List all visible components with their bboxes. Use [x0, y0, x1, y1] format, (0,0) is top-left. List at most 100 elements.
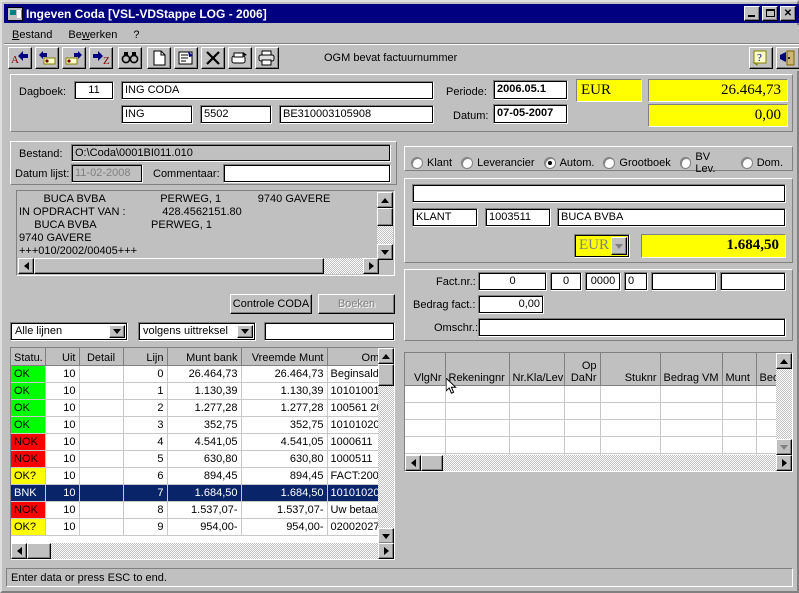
datum-field[interactable]: 07-05-2007: [493, 104, 568, 124]
cell-uit[interactable]: 10: [45, 365, 80, 383]
radio-dom[interactable]: Dom.: [740, 157, 783, 169]
order-filter-chevron-down-icon[interactable]: [237, 325, 253, 338]
detail-scroll-up-button[interactable]: [776, 353, 792, 369]
cell-uit[interactable]: 10: [45, 382, 80, 400]
lines-filter-combo[interactable]: Alle lijnen: [10, 322, 128, 341]
cell-uit[interactable]: 10: [45, 467, 80, 485]
radio-bv-lev[interactable]: BV Lev.: [679, 151, 732, 175]
detail-col-bedrag-vm[interactable]: Bedrag VM: [660, 353, 723, 386]
lines-col-munt-bank[interactable]: Munt bank: [167, 348, 242, 366]
table-row[interactable]: [405, 436, 781, 454]
cell-empty[interactable]: [564, 402, 601, 420]
status-badge[interactable]: OK?: [11, 518, 46, 536]
lines-vscroll-track[interactable]: [378, 364, 394, 528]
factnr-field-2[interactable]: 0: [550, 272, 582, 291]
cell-uit[interactable]: 10: [45, 450, 80, 468]
cell-vreemde-munt[interactable]: 1.277,28: [241, 399, 328, 417]
cell-uit[interactable]: 10: [45, 416, 80, 434]
status-badge[interactable]: OK: [11, 365, 46, 383]
cell-detail[interactable]: [79, 501, 124, 519]
cell-vreemde-munt[interactable]: 894,45: [241, 467, 328, 485]
cell-empty[interactable]: [509, 385, 565, 403]
cell-empty[interactable]: [509, 436, 565, 454]
memo-scroll-down-button[interactable]: [377, 244, 393, 260]
radio-grootboek[interactable]: Grootboek: [603, 157, 671, 169]
memo-scroll-left-button[interactable]: [18, 258, 34, 274]
status-badge[interactable]: BNK: [11, 484, 46, 502]
cell-empty[interactable]: [600, 436, 661, 454]
cell-empty[interactable]: [660, 385, 723, 403]
bank-code-field[interactable]: ING: [121, 105, 193, 124]
memo-vscroll-thumb[interactable]: [377, 208, 393, 226]
cell-lijn[interactable]: 0: [123, 365, 168, 383]
transaction-memo[interactable]: BUCA BVBA PERWEG, 1 9740 GAVERE IN OPDRA…: [16, 190, 395, 276]
previous-record-button[interactable]: [35, 47, 59, 69]
cell-empty[interactable]: [509, 402, 565, 420]
memo-vertical-scrollbar[interactable]: [377, 192, 393, 260]
cell-munt-bank[interactable]: 1.537,07-: [167, 501, 242, 519]
lines-scroll-left-button[interactable]: [11, 543, 27, 559]
table-row[interactable]: [405, 402, 781, 420]
omschr-field[interactable]: [478, 318, 786, 337]
cell-empty[interactable]: [660, 419, 723, 437]
cell-munt-bank[interactable]: 630,80: [167, 450, 242, 468]
cell-empty[interactable]: [405, 402, 446, 420]
lines-scroll-down-button[interactable]: [378, 528, 394, 544]
cell-lijn[interactable]: 2: [123, 399, 168, 417]
table-row[interactable]: NOK 10 5 630,80 630,80 1000511: [11, 450, 394, 468]
table-row[interactable]: [405, 385, 781, 403]
table-row[interactable]: OK?109954,00-954,00-02002027 / 684574: [11, 518, 394, 536]
cell-empty[interactable]: [722, 419, 757, 437]
dagboek-code-field[interactable]: 11: [74, 81, 114, 100]
detail-hscroll-thumb[interactable]: [421, 455, 443, 471]
table-row[interactable]: OK1021.277,281.277,28100561 2002022 2: [11, 399, 394, 417]
close-button[interactable]: ✕: [780, 6, 796, 21]
cell-vreemde-munt[interactable]: 1.537,07-: [241, 501, 328, 519]
commentaar-field[interactable]: [223, 164, 391, 183]
lines-hscroll-track[interactable]: [27, 543, 378, 559]
cell-vreemde-munt[interactable]: 1.684,50: [241, 484, 328, 502]
cell-vreemde-munt[interactable]: 4.541,05: [241, 433, 328, 451]
cell-lijn[interactable]: 6: [123, 467, 168, 485]
factnr-field-3[interactable]: 0000: [585, 272, 621, 291]
table-row[interactable]: OK1011.130,391.130,39101010010104451: [11, 382, 394, 400]
cell-uit[interactable]: 10: [45, 433, 80, 451]
first-record-button[interactable]: A: [8, 47, 32, 69]
cell-detail[interactable]: [79, 416, 124, 434]
cell-empty[interactable]: [445, 436, 510, 454]
detail-col-op-danr[interactable]: Op DaNr: [564, 353, 601, 386]
cell-uit[interactable]: 10: [45, 399, 80, 417]
delete-button[interactable]: [201, 47, 225, 69]
cell-empty[interactable]: [660, 402, 723, 420]
cell-empty[interactable]: [600, 402, 661, 420]
counterparty-account-number-field[interactable]: 1003511: [485, 208, 551, 227]
cell-empty[interactable]: [722, 436, 757, 454]
cell-empty[interactable]: [564, 436, 601, 454]
cell-munt-bank[interactable]: 4.541,05: [167, 433, 242, 451]
counterparty-currency-chevron-down-icon[interactable]: [611, 237, 627, 255]
status-badge[interactable]: NOK: [11, 450, 46, 468]
factnr-field-1[interactable]: 0: [478, 272, 547, 291]
menu-bestand[interactable]: Bestand: [4, 27, 60, 43]
bank-number-field[interactable]: 5502: [200, 105, 272, 124]
detail-vscroll-track[interactable]: [776, 369, 792, 439]
memo-scroll-up-button[interactable]: [377, 192, 393, 208]
lines-col-uit[interactable]: Uit: [45, 348, 80, 366]
cell-empty[interactable]: [660, 436, 723, 454]
radio-leverancier[interactable]: Leverancier: [461, 157, 535, 169]
cell-uit[interactable]: 10: [45, 501, 80, 519]
counterparty-type-field[interactable]: KLANT: [412, 208, 478, 227]
memo-hscroll-thumb[interactable]: [34, 258, 324, 274]
lines-scroll-up-button[interactable]: [378, 348, 394, 364]
cell-munt-bank[interactable]: 954,00-: [167, 518, 242, 536]
lines-col-statu[interactable]: Statu.: [11, 348, 46, 366]
cell-empty[interactable]: [564, 385, 601, 403]
cell-vreemde-munt[interactable]: 26.464,73: [241, 365, 328, 383]
lines-col-detail[interactable]: Detail: [79, 348, 124, 366]
memo-horizontal-scrollbar[interactable]: [18, 258, 379, 274]
cell-detail[interactable]: [79, 467, 124, 485]
controle-coda-button[interactable]: Controle CODA: [230, 294, 312, 314]
radio-dot-icon[interactable]: [461, 157, 474, 169]
lines-vertical-scrollbar[interactable]: [378, 348, 394, 544]
cell-lijn[interactable]: 8: [123, 501, 168, 519]
